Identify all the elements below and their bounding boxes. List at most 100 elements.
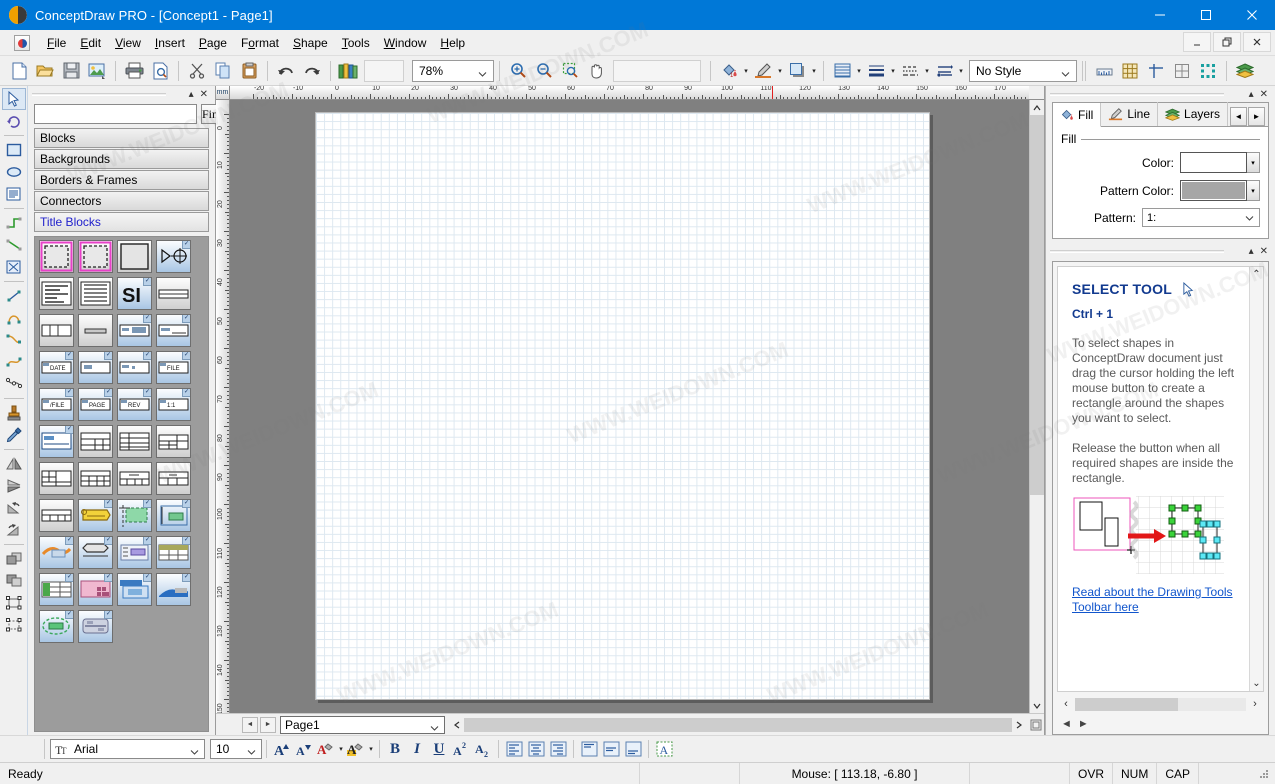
mdi-restore-icon[interactable] — [1213, 32, 1241, 52]
close-icon[interactable] — [1229, 0, 1275, 30]
weight-dropdown-arrow-icon[interactable]: ▾ — [889, 59, 897, 83]
elbow-connector-tool[interactable] — [2, 212, 26, 234]
mdi-close-icon[interactable] — [1243, 32, 1271, 52]
title-block-shape-40[interactable]: ✓ — [156, 573, 191, 606]
pattern-color-preview[interactable] — [1180, 180, 1247, 201]
copy-pages-icon[interactable] — [210, 59, 236, 83]
flip-horizontal-button[interactable] — [2, 453, 26, 475]
highlight-dropdown-arrow-icon[interactable]: ▾ — [367, 737, 375, 761]
connection-points-icon[interactable] — [1195, 59, 1221, 83]
title-block-shape-21[interactable]: ✓ — [39, 425, 74, 458]
library-category-title-blocks[interactable]: Title Blocks — [34, 212, 209, 232]
drawing-surface[interactable] — [230, 100, 1029, 713]
window-resize-grip-icon[interactable] — [1256, 766, 1272, 782]
panel-collapse-icon[interactable]: ▴ — [1246, 89, 1257, 100]
title-block-shape-24[interactable] — [156, 425, 191, 458]
paint-bucket-icon[interactable]: 1 — [716, 59, 742, 83]
title-block-shape-36[interactable]: ✓ — [156, 536, 191, 569]
title-block-shape-7[interactable]: SI ✓ — [117, 277, 152, 310]
title-block-shape-33[interactable]: ✓ — [39, 536, 74, 569]
title-block-shape-15[interactable]: ✓ — [117, 351, 152, 384]
picture-icon[interactable] — [84, 59, 110, 83]
align-left-icon[interactable] — [503, 738, 525, 760]
shadow-dropdown-arrow-icon[interactable]: ▾ — [810, 59, 818, 83]
tab-scroll-left-icon[interactable]: ◄ — [1230, 107, 1247, 126]
menu-format[interactable]: Format — [234, 33, 286, 53]
help-forward-icon[interactable]: ► — [1078, 718, 1089, 730]
line-segment-tool[interactable] — [2, 285, 26, 307]
title-block-shape-5[interactable] — [39, 277, 74, 310]
flip-vertical-button[interactable] — [2, 475, 26, 497]
menu-view[interactable]: View — [108, 33, 148, 53]
title-block-shape-17[interactable]: /FILE ✓ — [39, 388, 74, 421]
panel-drag-grip[interactable] — [1050, 92, 1224, 96]
title-block-shape-32[interactable]: ✓ — [156, 499, 191, 532]
font-color-dropdown-arrow-icon[interactable]: ▾ — [337, 737, 345, 761]
align-top-icon[interactable] — [578, 738, 600, 760]
search-input[interactable] — [34, 104, 197, 124]
scroll-down-icon[interactable] — [1030, 698, 1044, 713]
title-block-shape-13[interactable]: DATE ✓ — [39, 351, 74, 384]
open-folder-icon[interactable] — [32, 59, 58, 83]
menu-insert[interactable]: Insert — [148, 33, 192, 53]
resize-grip-icon[interactable] — [1028, 717, 1044, 733]
title-block-shape-22[interactable] — [78, 425, 113, 458]
panel-close-icon[interactable]: ✕ — [197, 89, 211, 100]
title-block-shape-39[interactable]: ✓ — [117, 573, 152, 606]
chevron-down-icon[interactable]: ▾ — [1247, 152, 1260, 173]
title-block-shape-14[interactable]: ✓ — [78, 351, 113, 384]
superscript-icon[interactable]: A2 — [450, 738, 472, 760]
menu-help[interactable]: Help — [433, 33, 472, 53]
title-block-shape-30[interactable]: ✓ — [78, 499, 113, 532]
title-block-shape-29[interactable] — [39, 499, 74, 532]
subscript-icon[interactable]: A2 — [472, 738, 494, 760]
dash-dropdown-arrow-icon[interactable]: ▾ — [923, 59, 931, 83]
help-scroll-right-icon[interactable]: › — [1246, 698, 1264, 710]
help-scroll-left-icon[interactable]: ‹ — [1057, 698, 1075, 710]
help-hscroll-thumb[interactable] — [1075, 697, 1178, 711]
select-tool[interactable] — [1, 88, 26, 110]
font-size-combo[interactable]: 10 — [210, 739, 262, 759]
magnifier-region-icon[interactable] — [557, 59, 583, 83]
vertical-scroll-thumb[interactable] — [1030, 115, 1044, 495]
title-block-shape-18[interactable]: PAGE ✓ — [78, 388, 113, 421]
arrowends-dropdown-arrow-icon[interactable]: ▾ — [957, 59, 965, 83]
menu-edit[interactable]: Edit — [73, 33, 108, 53]
stamp-tool[interactable] — [2, 402, 26, 424]
title-block-shape-37[interactable]: ✓ — [39, 573, 74, 606]
help-back-icon[interactable]: ◄ — [1061, 718, 1072, 730]
line-dropdown-arrow-icon[interactable]: ▾ — [776, 59, 784, 83]
bold-icon[interactable]: B — [384, 738, 406, 760]
tab-line[interactable]: Line — [1101, 102, 1159, 126]
font-shrink-icon[interactable]: A — [293, 738, 315, 760]
previous-page-button[interactable]: ◄ — [242, 716, 258, 733]
rotate-right-button[interactable] — [2, 519, 26, 541]
layers-icon[interactable] — [1232, 59, 1258, 83]
arrow-ends-icon[interactable] — [931, 59, 957, 83]
menu-page[interactable]: Page — [192, 33, 234, 53]
line-weight-icon[interactable] — [863, 59, 889, 83]
menu-tools[interactable]: Tools — [335, 33, 377, 53]
title-block-shape-41[interactable]: ✓ — [39, 610, 74, 643]
font-family-combo[interactable]: TT Arial — [50, 739, 205, 759]
eyedropper-tool[interactable] — [2, 424, 26, 446]
curve-tool[interactable] — [2, 329, 26, 351]
underline-icon[interactable]: U — [428, 738, 450, 760]
mdi-minimize-icon[interactable] — [1183, 32, 1211, 52]
ruler-unit-label[interactable]: mm — [216, 86, 230, 100]
tab-layers[interactable]: Layers — [1158, 102, 1229, 126]
help-vertical-scrollbar[interactable]: ⌃ ⌄ — [1249, 267, 1263, 691]
print-preview-icon[interactable] — [147, 59, 173, 83]
panel-drag-grip[interactable] — [32, 92, 166, 96]
fill-color-swatch[interactable]: ▾ — [1180, 152, 1260, 173]
magnifier-plus-icon[interactable] — [505, 59, 531, 83]
fill-dropdown-arrow-icon[interactable]: ▾ — [742, 59, 750, 83]
scroll-left-icon[interactable] — [450, 717, 464, 733]
panel-close-icon[interactable]: ✕ — [1257, 89, 1271, 100]
title-block-shape-12[interactable]: ✓ — [156, 314, 191, 347]
pattern-dropdown-arrow-icon[interactable]: ▾ — [855, 59, 863, 83]
direct-connector-tool[interactable] — [2, 234, 26, 256]
bring-front-button[interactable] — [2, 548, 26, 570]
title-block-shape-42[interactable]: ✓ — [78, 610, 113, 643]
library-category-connectors[interactable]: Connectors — [34, 191, 209, 211]
